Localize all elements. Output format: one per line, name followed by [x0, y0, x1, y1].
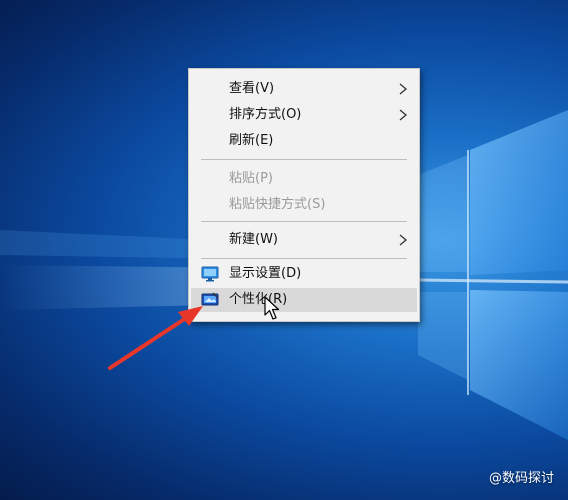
watermark-text: @数码探讨 [488, 471, 554, 486]
watermark: @数码探讨 [489, 467, 554, 486]
red-arrow-annotation [108, 306, 203, 370]
mouse-pointer-icon [264, 296, 280, 320]
